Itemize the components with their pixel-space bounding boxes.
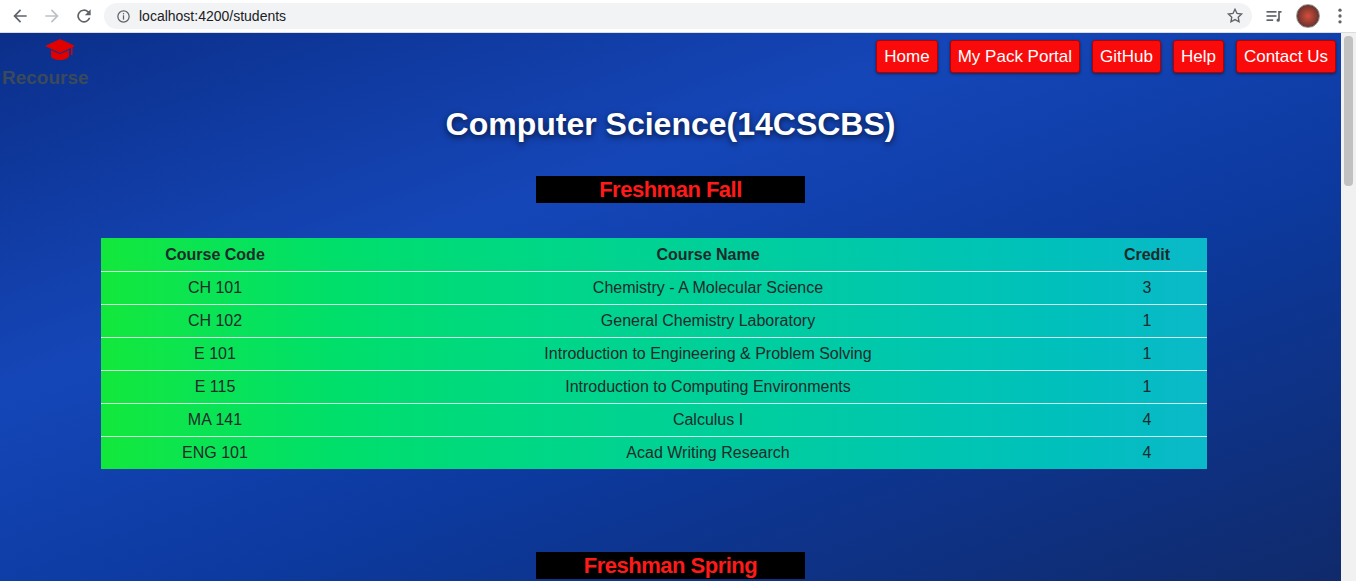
nav-button[interactable]: Help xyxy=(1173,40,1224,73)
logo[interactable]: Recourse xyxy=(0,33,89,89)
column-header: Course Name xyxy=(329,243,1087,267)
page-title: Computer Science(14CSCBS) xyxy=(0,104,1341,144)
nav-button[interactable]: Contact Us xyxy=(1236,40,1336,73)
table-row: ENG 101Acad Writing Research4 xyxy=(101,436,1207,469)
profile-avatar-icon[interactable] xyxy=(1296,4,1320,28)
table-cell: 1 xyxy=(1087,375,1207,399)
semester-label-text: Freshman Fall xyxy=(599,176,742,203)
table-cell: Acad Writing Research xyxy=(329,441,1087,465)
scrollbar-thumb[interactable] xyxy=(1344,36,1353,186)
table-row: E 115Introduction to Computing Environme… xyxy=(101,370,1207,403)
table-cell: Introduction to Engineering & Problem So… xyxy=(329,342,1087,366)
nav-button[interactable]: Home xyxy=(876,40,937,73)
logo-text[interactable]: Recourse xyxy=(2,67,89,89)
page: Recourse Home My Pack Portal GitHub Help Cont… xyxy=(0,33,1341,581)
table-cell: 3 xyxy=(1087,276,1207,300)
table-cell: 4 xyxy=(1087,408,1207,432)
table-cell: General Chemistry Laboratory xyxy=(329,309,1087,333)
table-header-row: Course CodeCourse NameCredit xyxy=(101,238,1207,271)
table-cell: Introduction to Computing Environments xyxy=(329,375,1087,399)
table-row: CH 101Chemistry - A Molecular Science3 xyxy=(101,271,1207,304)
info-icon[interactable] xyxy=(116,9,131,24)
nav-bar: Home My Pack Portal GitHub Help Contact Us xyxy=(876,33,1341,73)
table-cell: CH 102 xyxy=(101,309,329,333)
table-row: MA 141Calculus I4 xyxy=(101,403,1207,436)
nav-button[interactable]: GitHub xyxy=(1092,40,1161,73)
table-cell: Chemistry - A Molecular Science xyxy=(329,276,1087,300)
browser-toolbar: localhost:4200/students xyxy=(0,0,1356,33)
table-cell: E 115 xyxy=(101,375,329,399)
scrollbar[interactable] xyxy=(1341,33,1356,581)
column-header: Credit xyxy=(1087,243,1207,267)
site-header: Recourse Home My Pack Portal GitHub Help Cont… xyxy=(0,33,1341,89)
star-icon[interactable] xyxy=(1226,7,1244,25)
page-viewport: Recourse Home My Pack Portal GitHub Help Cont… xyxy=(0,33,1356,581)
semester-label: Freshman Fall xyxy=(536,176,805,203)
semester-label: Freshman Spring xyxy=(536,552,805,579)
media-playlist-icon[interactable] xyxy=(1264,6,1284,26)
graduation-cap-icon[interactable] xyxy=(44,37,76,61)
page-content: Recourse Home My Pack Portal GitHub Help Cont… xyxy=(0,33,1341,579)
back-icon[interactable] xyxy=(10,6,30,26)
reload-icon[interactable] xyxy=(74,6,94,26)
table-cell: ENG 101 xyxy=(101,441,329,465)
course-table: Course CodeCourse NameCreditCH 101Chemis… xyxy=(101,238,1207,469)
column-header: Course Code xyxy=(101,243,329,267)
url-text[interactable]: localhost:4200/students xyxy=(139,6,286,27)
table-cell: 4 xyxy=(1087,441,1207,465)
table-cell: Calculus I xyxy=(329,408,1087,432)
table-cell: CH 101 xyxy=(101,276,329,300)
semester-label-text: Freshman Spring xyxy=(584,552,757,579)
table-row: CH 102General Chemistry Laboratory1 xyxy=(101,304,1207,337)
table-cell: E 101 xyxy=(101,342,329,366)
table-row: E 101Introduction to Engineering & Probl… xyxy=(101,337,1207,370)
nav-button[interactable]: My Pack Portal xyxy=(950,40,1080,73)
menu-kebab-icon[interactable] xyxy=(1330,6,1350,26)
table-cell: 1 xyxy=(1087,342,1207,366)
forward-icon[interactable] xyxy=(42,6,62,26)
address-bar[interactable]: localhost:4200/students xyxy=(104,3,1252,29)
table-cell: MA 141 xyxy=(101,408,329,432)
table-cell: 1 xyxy=(1087,309,1207,333)
